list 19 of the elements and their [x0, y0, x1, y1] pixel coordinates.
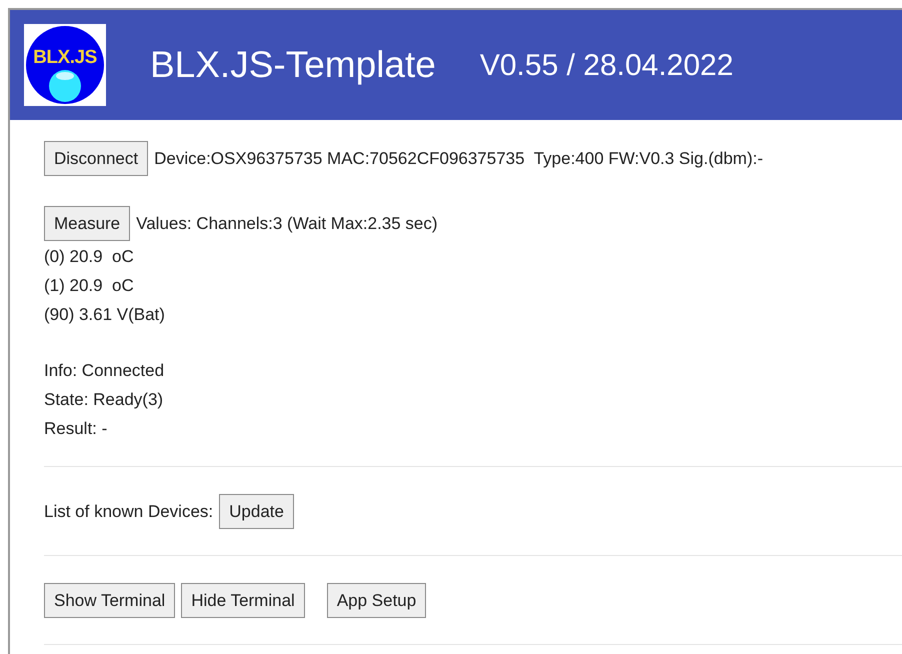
button[interactable]: Update	[219, 494, 294, 529]
devices-label: List of known Devices:	[44, 500, 214, 523]
channel-value: (90) 3.61 V(Bat)	[44, 304, 166, 326]
button[interactable]: Measure	[44, 206, 130, 241]
button[interactable]: Hide Terminal	[181, 583, 305, 618]
button[interactable]: Show Terminal	[44, 583, 176, 618]
button[interactable]: Disconnect	[44, 141, 148, 176]
version-text: V0.55 / 28.04.2022	[480, 48, 734, 84]
app-title: BLX.JS-Template	[150, 43, 436, 88]
sphere-icon	[48, 69, 82, 103]
channel-value: (1) 20.9 oC	[44, 275, 135, 297]
logo-text: BLX.JS	[33, 48, 97, 67]
channel-value: (0) 20.9 oC	[44, 246, 135, 268]
device-info: Device:OSX96375735 MAC:70562CF096375735 Type:400 FW:V0.3 Sig.(dbm):-	[154, 148, 763, 170]
values-info: Values: Channels:3 (Wait Max:2.35 sec)	[136, 212, 438, 235]
status-line: Info: Connected	[44, 360, 166, 382]
status-line: State: Ready(3)	[44, 389, 164, 411]
button[interactable]: App Setup	[326, 583, 426, 618]
status-line: Result: -	[44, 418, 108, 440]
